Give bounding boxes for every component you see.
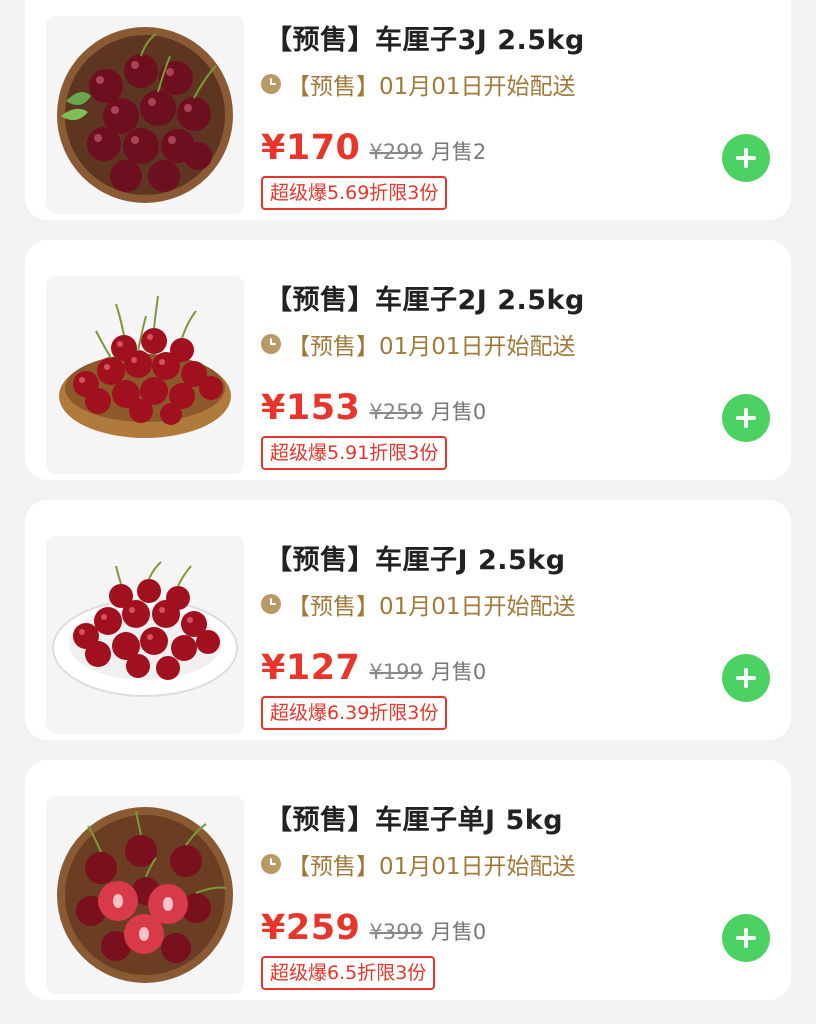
original-price: ¥299 [369,140,423,164]
plus-icon [722,654,770,702]
product-card[interactable]: 【预售】车厘子2J 2.5kg 【预售】01月01日开始配送 ¥153 ¥259… [25,240,791,480]
monthly-sales: 月售0 [430,660,487,684]
clock-icon [261,334,281,354]
promo-badge: 超级爆5.91折限3份 [261,436,448,470]
product-card[interactable]: 【预售】车厘子3J 2.5kg 【预售】01月01日开始配送 ¥170 ¥299… [25,0,791,220]
product-image[interactable] [46,276,244,474]
delivery-info: 【预售】01月01日开始配送 [261,848,576,880]
delivery-text: 【预售】01月01日开始配送 [287,594,576,620]
delivery-info: 【预售】01月01日开始配送 [261,328,576,360]
promo-badge: 超级爆6.39折限3份 [261,696,448,730]
original-price: ¥259 [369,400,423,424]
current-price: ¥170 [261,128,361,168]
plus-icon [722,914,770,962]
add-to-cart-button[interactable] [722,914,770,962]
product-image[interactable] [46,16,244,214]
current-price: ¥153 [261,388,361,428]
product-title[interactable]: 【预售】车厘子J 2.5kg [265,538,566,577]
product-image[interactable] [46,536,244,734]
delivery-text: 【预售】01月01日开始配送 [287,74,576,100]
delivery-text: 【预售】01月01日开始配送 [287,334,576,360]
promo-badge: 超级爆6.5折限3份 [261,956,436,990]
monthly-sales: 月售0 [430,400,487,424]
product-title[interactable]: 【预售】车厘子2J 2.5kg [265,278,585,317]
price-row: ¥259 ¥399 月售0 [261,908,486,952]
product-image[interactable] [46,796,244,994]
clock-icon [261,854,281,874]
promo-badge: 超级爆5.69折限3份 [261,176,448,210]
add-to-cart-button[interactable] [722,654,770,702]
product-title[interactable]: 【预售】车厘子单J 5kg [265,798,563,837]
product-title[interactable]: 【预售】车厘子3J 2.5kg [265,18,585,57]
plus-icon [722,134,770,182]
original-price: ¥199 [369,660,423,684]
delivery-info: 【预售】01月01日开始配送 [261,588,576,620]
clock-icon [261,594,281,614]
plus-icon [722,394,770,442]
price-row: ¥153 ¥259 月售0 [261,388,486,432]
product-card[interactable]: 【预售】车厘子J 2.5kg 【预售】01月01日开始配送 ¥127 ¥199 … [25,500,791,740]
product-card[interactable]: 【预售】车厘子单J 5kg 【预售】01月01日开始配送 ¥259 ¥399 月… [25,760,791,1000]
price-row: ¥127 ¥199 月售0 [261,648,486,692]
original-price: ¥399 [369,920,423,944]
clock-icon [261,74,281,94]
monthly-sales: 月售2 [430,140,487,164]
add-to-cart-button[interactable] [722,134,770,182]
delivery-info: 【预售】01月01日开始配送 [261,68,576,100]
monthly-sales: 月售0 [430,920,487,944]
current-price: ¥259 [261,908,361,948]
add-to-cart-button[interactable] [722,394,770,442]
price-row: ¥170 ¥299 月售2 [261,128,486,172]
delivery-text: 【预售】01月01日开始配送 [287,854,576,880]
current-price: ¥127 [261,648,361,688]
